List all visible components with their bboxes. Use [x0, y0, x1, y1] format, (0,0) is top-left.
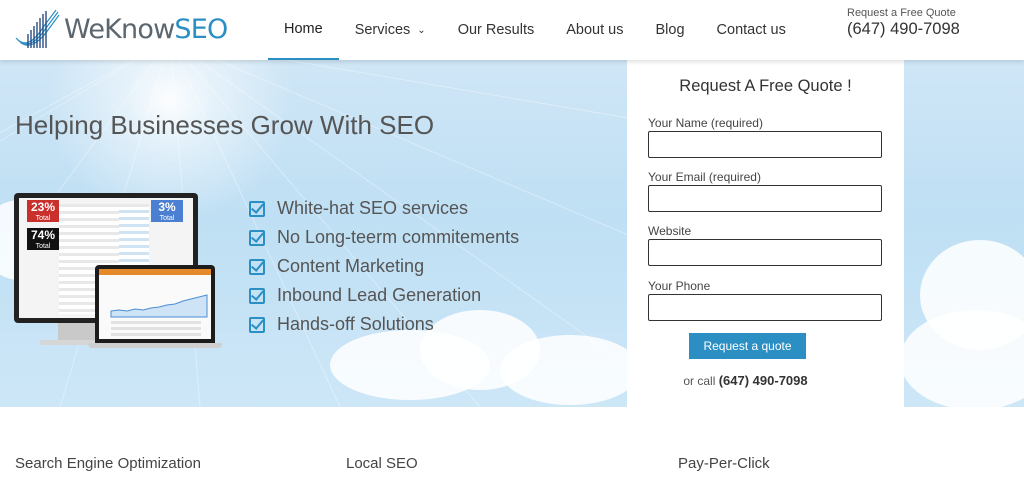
phone-field-label: Your Phone: [648, 279, 711, 293]
name-field[interactable]: [648, 131, 882, 158]
logo-text-part1: WeKnow: [64, 13, 175, 45]
website-field[interactable]: [648, 239, 882, 266]
stat-badge-label: Total: [35, 215, 51, 222]
stat-badge-label: Total: [35, 243, 51, 250]
nav-blog[interactable]: Blog: [640, 0, 701, 60]
stat-badge-value: 74%: [30, 228, 56, 242]
email-field[interactable]: [648, 185, 882, 212]
feature-list: White-hat SEO services No Long-teerm com…: [249, 194, 519, 339]
quote-form-title: Request A Free Quote !: [679, 77, 852, 95]
chevron-down-icon: ⌄: [417, 24, 426, 36]
service-title-local-seo[interactable]: Local SEO: [346, 455, 418, 472]
service-title-ppc[interactable]: Pay-Per-Click: [678, 455, 770, 472]
stat-badge-value: 3%: [158, 200, 176, 214]
main-nav: Home Services ⌄ Our Results About us Blog…: [268, 0, 802, 60]
nav-contact-us[interactable]: Contact us: [701, 0, 802, 60]
checkbox-checked-icon: [249, 287, 265, 304]
checkbox-checked-icon: [249, 200, 265, 217]
name-field-label: Your Name (required): [648, 116, 763, 130]
nav-our-results-label: Our Results: [457, 22, 535, 38]
header-quote: Request a Free Quote (647) 490-7098: [847, 7, 960, 39]
request-quote-button[interactable]: Request a quote: [689, 333, 806, 359]
checkbox-checked-icon: [249, 258, 265, 275]
laptop-header-bar: [99, 269, 211, 275]
nav-our-results[interactable]: Our Results: [442, 0, 551, 60]
email-field-label: Your Email (required): [648, 170, 761, 184]
feature-label: Hands-off Solutions: [277, 314, 434, 334]
website-field-label: Website: [648, 224, 692, 238]
nav-about-us-label: About us: [566, 22, 624, 38]
phone-field[interactable]: [648, 294, 882, 321]
nav-home-label: Home: [284, 21, 323, 37]
stat-badge-label: Total: [159, 215, 175, 222]
nav-about-us[interactable]: About us: [550, 0, 639, 60]
nav-home[interactable]: Home: [268, 0, 339, 60]
call-phone-link[interactable]: (647) 490-7098: [719, 373, 808, 388]
feature-label: No Long-teerm commitements: [277, 227, 520, 247]
header-phone-link[interactable]: (647) 490-7098: [847, 20, 960, 39]
feature-label: Content Marketing: [277, 256, 425, 276]
feature-item: White-hat SEO services: [249, 194, 519, 223]
feature-item: No Long-teerm commitements: [249, 223, 519, 252]
nav-blog-label: Blog: [655, 22, 685, 38]
service-title-seo[interactable]: Search Engine Optimization: [15, 455, 201, 472]
feature-label: White-hat SEO services: [277, 198, 469, 218]
quote-form: Request A Free Quote ! Your Name (requir…: [627, 60, 904, 407]
stat-badge-red: 23% Total: [27, 200, 59, 222]
nav-contact-us-label: Contact us: [716, 22, 786, 38]
nav-services-label: Services: [354, 22, 411, 38]
laptop-screen: [99, 269, 211, 339]
feature-item: Hands-off Solutions: [249, 310, 519, 339]
header-quote-label: Request a Free Quote: [847, 7, 956, 19]
laptop-image: [95, 265, 215, 343]
stat-badge-blue: 3% Total: [151, 200, 183, 222]
logo-wave-icon: [15, 9, 60, 48]
call-prefix: or call: [683, 374, 716, 388]
checkbox-checked-icon: [249, 316, 265, 333]
feature-item: Content Marketing: [249, 252, 519, 281]
cloud-decoration: [500, 335, 640, 405]
stat-badge-black: 74% Total: [27, 228, 59, 250]
checkbox-checked-icon: [249, 229, 265, 246]
stat-badge-value: 23%: [30, 200, 56, 214]
site-header: WeKnowSEO Home Services ⌄ Our Results Abo…: [0, 0, 1024, 60]
logo-text: WeKnowSEO: [64, 13, 228, 45]
feature-item: Inbound Lead Generation: [249, 281, 519, 310]
feature-label: Inbound Lead Generation: [277, 285, 482, 305]
logo-text-part2: SEO: [174, 13, 228, 45]
laptop-base: [88, 343, 222, 348]
nav-services[interactable]: Services ⌄: [339, 0, 442, 60]
call-line: or call (647) 490-7098: [627, 373, 864, 388]
hero-title: Helping Businesses Grow With SEO: [15, 110, 435, 140]
site-logo[interactable]: WeKnowSEO: [14, 6, 228, 52]
analytics-graph-icon: [110, 294, 208, 336]
